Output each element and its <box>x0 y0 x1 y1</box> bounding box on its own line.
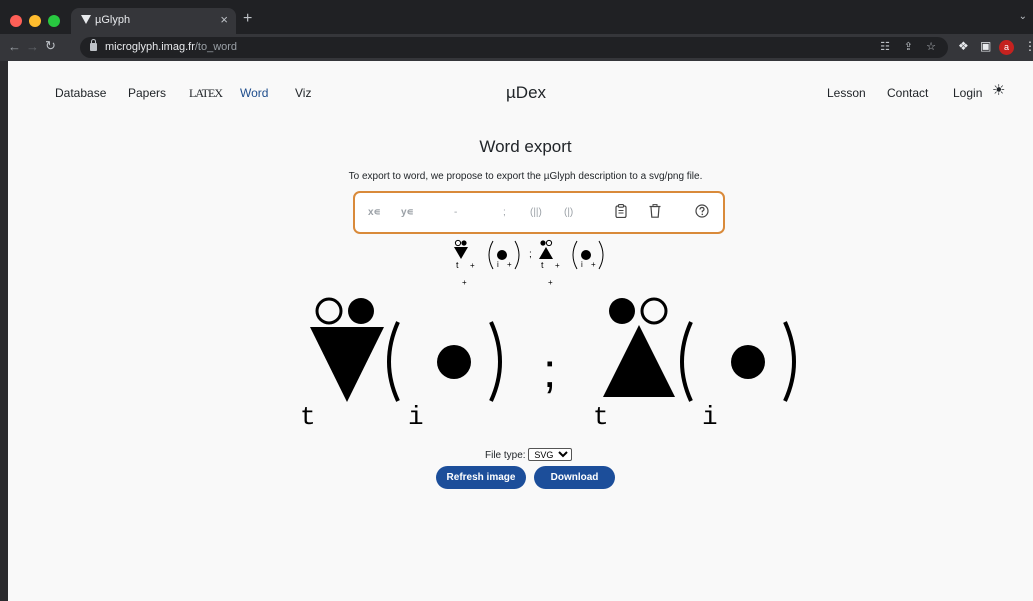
dash-button[interactable]: - <box>454 207 457 218</box>
close-window-button[interactable] <box>10 15 22 27</box>
nav-latex[interactable]: LATEX <box>189 86 223 101</box>
side-panel-icon[interactable]: ▣ <box>980 39 991 53</box>
back-arrow-icon[interactable]: ← <box>8 39 21 54</box>
star-icon[interactable]: ☆ <box>926 40 936 53</box>
lock-icon[interactable] <box>90 39 97 51</box>
favicon-icon <box>81 15 91 24</box>
file-type-select[interactable]: SVG <box>528 448 573 461</box>
small-plus-4: + <box>555 261 560 270</box>
profile-avatar[interactable]: a <box>999 40 1014 55</box>
url-text[interactable]: microglyph.imag.fr/to_word <box>105 41 237 53</box>
translate-icon[interactable]: ☷ <box>880 40 890 53</box>
help-circle-icon[interactable] <box>695 204 709 221</box>
tab-search-icon[interactable]: ⌄ <box>1019 11 1027 22</box>
url-path: /to_word <box>194 41 238 53</box>
forward-arrow-icon[interactable]: → <box>26 39 39 54</box>
nav-login[interactable]: Login <box>953 86 982 100</box>
single-bar-paren-button[interactable]: (|) <box>564 207 573 218</box>
browser-tab[interactable]: µGlyph × <box>71 8 236 34</box>
kebab-menu-icon[interactable]: ⋮ <box>1024 39 1033 53</box>
page-title: Word export <box>479 137 572 156</box>
small-i-1: i <box>497 260 499 269</box>
url-domain: microglyph.imag.fr <box>105 41 195 53</box>
semicolon-button[interactable]: ; <box>503 207 506 218</box>
nav-contact[interactable]: Contact <box>887 86 928 100</box>
y-symbol-button[interactable]: y∊ <box>401 207 414 218</box>
clipboard-icon[interactable] <box>615 204 627 221</box>
nav-database[interactable]: Database <box>55 86 106 100</box>
glyph-preview-small: t + + i + ; t + + i + <box>454 239 604 287</box>
new-tab-button[interactable]: + <box>243 10 252 28</box>
minimize-window-button[interactable] <box>29 15 41 27</box>
tab-title: µGlyph <box>95 14 131 26</box>
large-i-1: i <box>408 402 424 432</box>
browser-toolbar: ← → ↻ microglyph.imag.fr/to_word ☷ ⇪ ☆ ❖… <box>0 34 1033 61</box>
small-plus-2: + <box>462 278 467 287</box>
extensions-icon[interactable]: ❖ <box>958 39 969 53</box>
small-plus-1: + <box>470 261 475 270</box>
small-plus-6: + <box>591 260 596 269</box>
share-icon[interactable]: ⇪ <box>904 40 913 53</box>
small-plus-3: + <box>507 260 512 269</box>
x-symbol-button[interactable]: x∊ <box>368 207 381 218</box>
address-bar[interactable]: microglyph.imag.fr/to_word ☷ ⇪ ☆ <box>80 37 948 58</box>
brand-logo[interactable]: µDex <box>506 83 546 103</box>
nav-word[interactable]: Word <box>240 86 268 100</box>
maximize-window-button[interactable] <box>48 15 60 27</box>
tab-close-icon[interactable]: × <box>220 12 228 27</box>
browser-tab-bar: µGlyph × + ⌄ <box>0 0 1033 34</box>
small-t-2: t <box>541 260 544 270</box>
nav-viz[interactable]: Viz <box>295 86 311 100</box>
small-semicolon: ; <box>529 249 532 260</box>
small-plus-5: + <box>548 278 553 287</box>
file-type-row: File type: SVG <box>485 448 573 461</box>
refresh-image-button[interactable]: Refresh image <box>436 466 526 489</box>
download-button[interactable]: Download <box>534 466 615 489</box>
page-description: To export to word, we propose to export … <box>348 171 703 182</box>
trash-icon[interactable] <box>649 204 661 221</box>
file-type-label: File type: <box>485 450 526 461</box>
large-t-2: t <box>593 402 609 432</box>
small-t-1: t <box>456 260 459 270</box>
large-t-1: t <box>300 402 316 432</box>
glyph-preview-large: t i ; t i <box>300 297 796 432</box>
page-content: Database Papers LATEX Word Viz µDex Less… <box>8 61 1033 601</box>
nav-papers[interactable]: Papers <box>128 86 166 100</box>
nav-lesson[interactable]: Lesson <box>827 86 866 100</box>
sun-icon[interactable]: ☀ <box>992 81 1005 99</box>
double-bar-paren-button[interactable]: (||) <box>530 207 542 218</box>
large-i-2: i <box>702 402 718 432</box>
small-i-2: i <box>581 260 583 269</box>
reload-icon[interactable]: ↻ <box>45 38 56 54</box>
large-semicolon: ; <box>543 345 556 398</box>
glyph-editor[interactable]: x∊ y∊ - ; (||) (|) <box>353 191 725 234</box>
